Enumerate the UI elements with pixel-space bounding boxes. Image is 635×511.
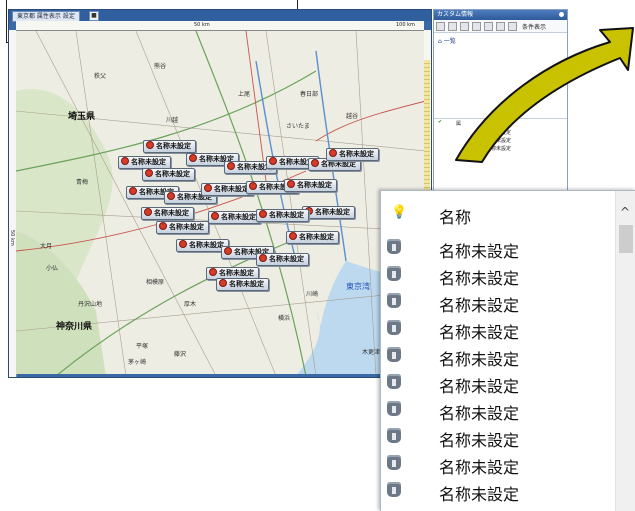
place-label: 平塚 [136, 343, 149, 350]
list-item-label: 名称未設定 [439, 350, 520, 369]
list-item-label: 名称未設定 [439, 404, 520, 423]
panel-splitter[interactable] [424, 60, 430, 195]
map-marker[interactable]: 名称未設定 [256, 209, 309, 222]
panel-title-text: カスタム情報 [437, 11, 474, 18]
pushpin-icon [387, 428, 401, 443]
place-label: さいたま [286, 123, 310, 130]
list-item[interactable]: 名称未設定 [381, 452, 616, 479]
list-item[interactable]: 名称未設定 [381, 236, 616, 263]
list-item-label: 名称未設定 [439, 296, 520, 315]
pushpin-icon [387, 401, 401, 416]
pushpin-icon [387, 347, 401, 362]
map-marker[interactable]: 名称未設定 [216, 278, 269, 291]
place-label: 熊谷 [154, 63, 167, 70]
place-label: 木更津 [362, 349, 381, 356]
ruler-tick-label: 100 km [396, 22, 415, 28]
map-marker[interactable]: 名称未設定 [286, 231, 339, 244]
panel-pin-icon[interactable] [559, 12, 564, 17]
list-item[interactable]: 名称未設定 [381, 317, 616, 344]
scroll-thumb[interactable] [619, 225, 633, 253]
map-canvas[interactable]: 埼玉県 神奈川県 東京湾 さいたま 川崎 横浜 相模原 丹沢山地 大月 小仏 青… [16, 31, 424, 374]
pushpin-icon [387, 374, 401, 389]
list-item-label: 名称未設定 [439, 323, 520, 342]
pushpin-icon [387, 482, 401, 497]
pushpin-icon [387, 293, 401, 308]
map-marker[interactable]: 名称未設定 [156, 221, 209, 234]
place-label: 青梅 [76, 179, 89, 186]
list-item-label: 名称未設定 [439, 242, 520, 261]
list-item[interactable]: 名称未設定 [381, 425, 616, 452]
map-window: 東京都 属性表示 設定 ■ 50 km 100 km 50 km 埼玉県 神奈川… [8, 9, 432, 378]
panel-title: カスタム情報 [434, 10, 567, 20]
callout-arrow [455, 27, 634, 163]
list-item-label: 名称未設定 [439, 269, 520, 288]
place-label: 上尾 [238, 91, 251, 98]
check-icon: ✔ [438, 119, 443, 125]
pushpin-icon [387, 266, 401, 281]
list-item-label: 名称未設定 [439, 485, 520, 504]
folder-icon[interactable] [436, 21, 445, 31]
ruler-tick-label: 50 km [9, 230, 15, 246]
place-label: 厚木 [184, 301, 197, 308]
list-item[interactable]: 名称未設定 [381, 263, 616, 290]
map-marker[interactable]: 名称未設定 [256, 253, 309, 266]
list-item[interactable]: 名称未設定 [381, 344, 616, 371]
map-marker[interactable]: 名称未設定 [142, 168, 195, 181]
map-marker[interactable]: 名称未設定 [141, 207, 194, 220]
place-label: 春日部 [300, 91, 319, 98]
list-header-label: 名称 [439, 208, 472, 227]
ruler-tick-label: 50 km [194, 22, 210, 28]
map-tab-close-button[interactable]: ■ [89, 11, 99, 21]
list-item-label: 名称未設定 [439, 377, 520, 396]
place-label: 丹沢山地 [78, 301, 103, 308]
map-marker[interactable]: 名称未設定 [208, 211, 261, 224]
list-item[interactable]: 名称未設定 [381, 371, 616, 398]
place-label: 藤沢 [174, 351, 187, 358]
place-label: 埼玉県 [68, 112, 96, 122]
ruler-top: 50 km 100 km [16, 21, 424, 31]
place-label: 川崎 [306, 291, 319, 298]
list-item-label: 名称未設定 [439, 458, 520, 477]
list-item[interactable]: 名称未設定 [381, 398, 616, 425]
pushpin-icon [387, 239, 401, 254]
place-label: 神奈川県 [56, 322, 93, 332]
bulb-icon: 💡 [391, 205, 408, 220]
list-scrollbar[interactable]: ^ [615, 191, 635, 511]
list-item[interactable]: 名称未設定 [381, 479, 616, 506]
place-label: 相模原 [146, 279, 165, 286]
place-label: 茅ヶ崎 [128, 359, 147, 366]
scroll-up-arrow-icon[interactable]: ^ [620, 205, 630, 219]
list-header[interactable]: 💡 名称 [381, 191, 616, 234]
map-marker[interactable]: 名称未設定 [143, 140, 196, 153]
place-label: 越谷 [346, 113, 359, 120]
map-marker[interactable]: 名称未設定 [326, 148, 379, 161]
list-item[interactable]: 名称未設定 [381, 290, 616, 317]
place-label: 秩父 [94, 73, 107, 80]
map-marker[interactable]: 名称未設定 [302, 206, 355, 219]
map-marker[interactable]: 名称未設定 [284, 179, 337, 192]
zoomed-name-list: 💡 名称 ^ 名称未設定 名称未設定 名称未設定 名称未設定 名称未設定 名称未… [380, 190, 635, 511]
place-label: 川越 [166, 117, 179, 124]
pushpin-icon [387, 455, 401, 470]
map-titlebar: 東京都 属性表示 設定 ■ [9, 10, 431, 22]
place-label: 横浜 [278, 315, 291, 322]
list-item-label: 名称未設定 [439, 431, 520, 450]
place-label: 東京湾 [346, 282, 370, 291]
pushpin-icon [387, 320, 401, 335]
place-label: 小仏 [46, 265, 59, 272]
place-label: 大月 [40, 243, 53, 250]
